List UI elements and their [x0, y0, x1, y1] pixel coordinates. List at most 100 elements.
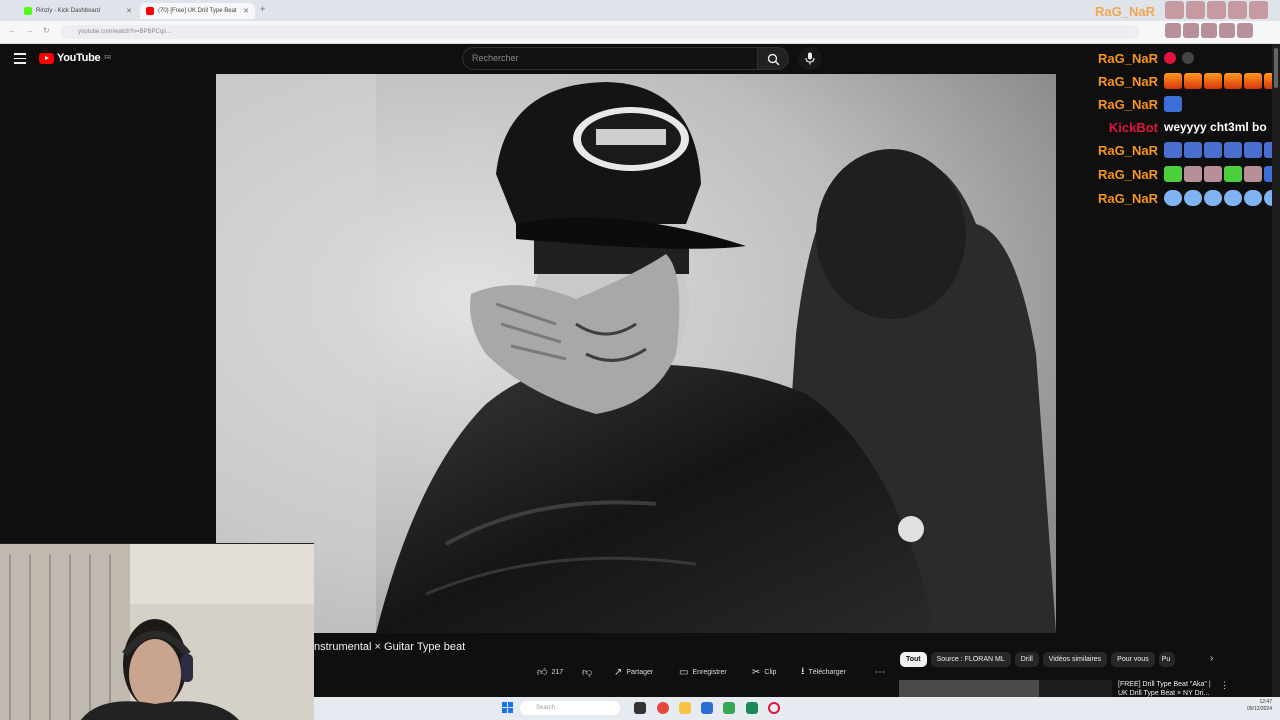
blob-emote-icon [1244, 190, 1262, 206]
emote-icon [1165, 23, 1181, 38]
voice-search-button[interactable] [798, 47, 822, 70]
search-icon [767, 53, 780, 66]
app-icon[interactable] [701, 702, 713, 714]
chat-username: KickBot [1108, 119, 1158, 135]
close-icon[interactable]: ✕ [243, 7, 249, 15]
task-view-icon[interactable] [634, 702, 646, 714]
play-logo-icon [39, 52, 54, 64]
chip-for-you[interactable]: Pour vous [1111, 652, 1155, 667]
clock-date: 09/12/2024 [1246, 706, 1272, 712]
blob-emote-icon [1224, 190, 1242, 206]
emote-row [1165, 1, 1268, 19]
frog-emote-icon [1164, 166, 1182, 182]
browser-tab-youtube[interactable]: (70) [Free] UK Drill Type Beat ✕ [140, 3, 255, 19]
back-icon[interactable]: ← [8, 26, 16, 35]
emote-icon [1201, 23, 1217, 38]
url-field[interactable]: youtube.com/watch?v=BPBPCqs... [60, 25, 1140, 39]
dislike-button[interactable]: 👎︎ [582, 664, 592, 680]
clock-time: 12:47 [1259, 699, 1272, 705]
video-frame-image [216, 74, 1056, 633]
windows-taskbar [314, 697, 1280, 720]
fire-emote-icon [1204, 73, 1222, 89]
clip-button[interactable]: ✂ Clip [752, 664, 776, 680]
chip-all[interactable]: Tout [900, 652, 927, 667]
fire-emote-icon [1164, 73, 1182, 89]
search-input[interactable]: Rechercher [462, 47, 758, 70]
reload-icon[interactable]: ↻ [43, 26, 50, 35]
chat-username: RaG_NaR [1098, 166, 1158, 182]
emote-row [1164, 190, 1280, 206]
emote-row [1164, 96, 1182, 112]
emote-icon [1249, 1, 1268, 19]
emote-icon [1184, 142, 1202, 158]
forward-icon[interactable]: → [26, 26, 34, 35]
recommendation-title[interactable]: [FREE] Drill Type Beat "Aka" | UK Drill … [1118, 680, 1218, 698]
youtube-logo[interactable]: YouTube FR [39, 52, 111, 64]
share-button[interactable]: ↗ Partager [614, 664, 653, 680]
chip-truncated[interactable]: Pu [1158, 652, 1175, 667]
scrollbar-thumb[interactable] [1274, 48, 1278, 88]
emote-icon [1207, 1, 1226, 19]
blob-emote-icon [1164, 190, 1182, 206]
download-icon: ⭳ [801, 665, 805, 677]
emote-icon [1228, 1, 1247, 19]
opera-icon[interactable] [768, 702, 780, 714]
app-icon[interactable] [746, 702, 758, 714]
emote-icon [1244, 142, 1262, 158]
emote-icon [1219, 23, 1235, 38]
more-horizontal-icon: ⋯ [875, 666, 885, 678]
share-label: Partager [626, 668, 654, 676]
emote-row [1165, 23, 1253, 38]
chat-username: RaG_NaR [1098, 73, 1158, 89]
emote-icon [1164, 96, 1182, 112]
video-player[interactable] [216, 74, 1056, 633]
chip-source[interactable]: Source : FLORAN ML [930, 652, 1011, 667]
clip-label: Clip [764, 668, 777, 676]
browser-tab-kick[interactable]: Rinzly - Kick Dashboard ✕ [18, 3, 138, 19]
app-icon[interactable] [723, 702, 735, 714]
more-actions-button[interactable]: ⋯ [875, 664, 885, 680]
streamer-webcam-image [0, 544, 314, 720]
save-button[interactable]: ▭ Enregistrer [679, 664, 727, 680]
blob-emote-icon [1184, 190, 1202, 206]
video-title: nstrumental × Guitar Type beat [314, 641, 466, 653]
chat-message: RaG_NaR [1090, 140, 1280, 160]
more-vertical-icon[interactable]: ⋮ [1220, 680, 1229, 691]
download-button[interactable]: ⭳ Télécharger [801, 664, 846, 680]
new-tab-button[interactable]: + [260, 4, 265, 14]
scissors-icon: ✂ [752, 666, 761, 678]
fire-emote-icon [1244, 73, 1262, 89]
chat-message: RaG_NaR [1090, 71, 1280, 91]
tab-title: Rinzly - Kick Dashboard [36, 8, 101, 14]
close-icon[interactable]: ✕ [126, 7, 132, 15]
page-scrollbar[interactable] [1272, 44, 1280, 697]
save-label: Enregistrer [692, 668, 727, 676]
bell-icon[interactable] [1182, 52, 1194, 64]
chat-username: RaG_NaR [1098, 96, 1158, 112]
frog-emote-icon [1224, 166, 1242, 182]
emote-icon [1204, 142, 1222, 158]
taskbar-search-input[interactable]: Search [520, 701, 620, 715]
like-count: 217 [551, 668, 564, 676]
emote-icon [1183, 23, 1199, 38]
chat-text: weyyyy cht3ml bo [1164, 120, 1267, 134]
chip-similar[interactable]: Vidéos similaires [1042, 652, 1108, 667]
emote-icon [1237, 23, 1253, 38]
youtube-icon [146, 7, 154, 15]
hamburger-menu-icon[interactable] [14, 53, 26, 64]
thumbs-down-icon: 👎︎ [582, 667, 593, 678]
system-clock[interactable]: 12:47 09/12/2024 [1236, 699, 1272, 713]
fire-emote-icon [1224, 73, 1242, 89]
emote-icon [1186, 1, 1205, 19]
tab-title: (70) [Free] UK Drill Type Beat [158, 8, 237, 14]
search-button[interactable] [757, 47, 789, 70]
file-explorer-icon[interactable] [679, 702, 691, 714]
like-button[interactable]: 👍︎ 217 [537, 664, 563, 680]
windows-start-icon[interactable] [502, 702, 513, 713]
chat-message: RaG_NaR [1090, 48, 1194, 68]
chrome-icon[interactable] [657, 702, 669, 714]
chip-drill[interactable]: Drill [1014, 652, 1039, 667]
share-icon: ↗ [614, 666, 623, 678]
notification-dot-icon [1164, 52, 1176, 64]
chevron-right-icon[interactable]: › [1210, 653, 1213, 664]
